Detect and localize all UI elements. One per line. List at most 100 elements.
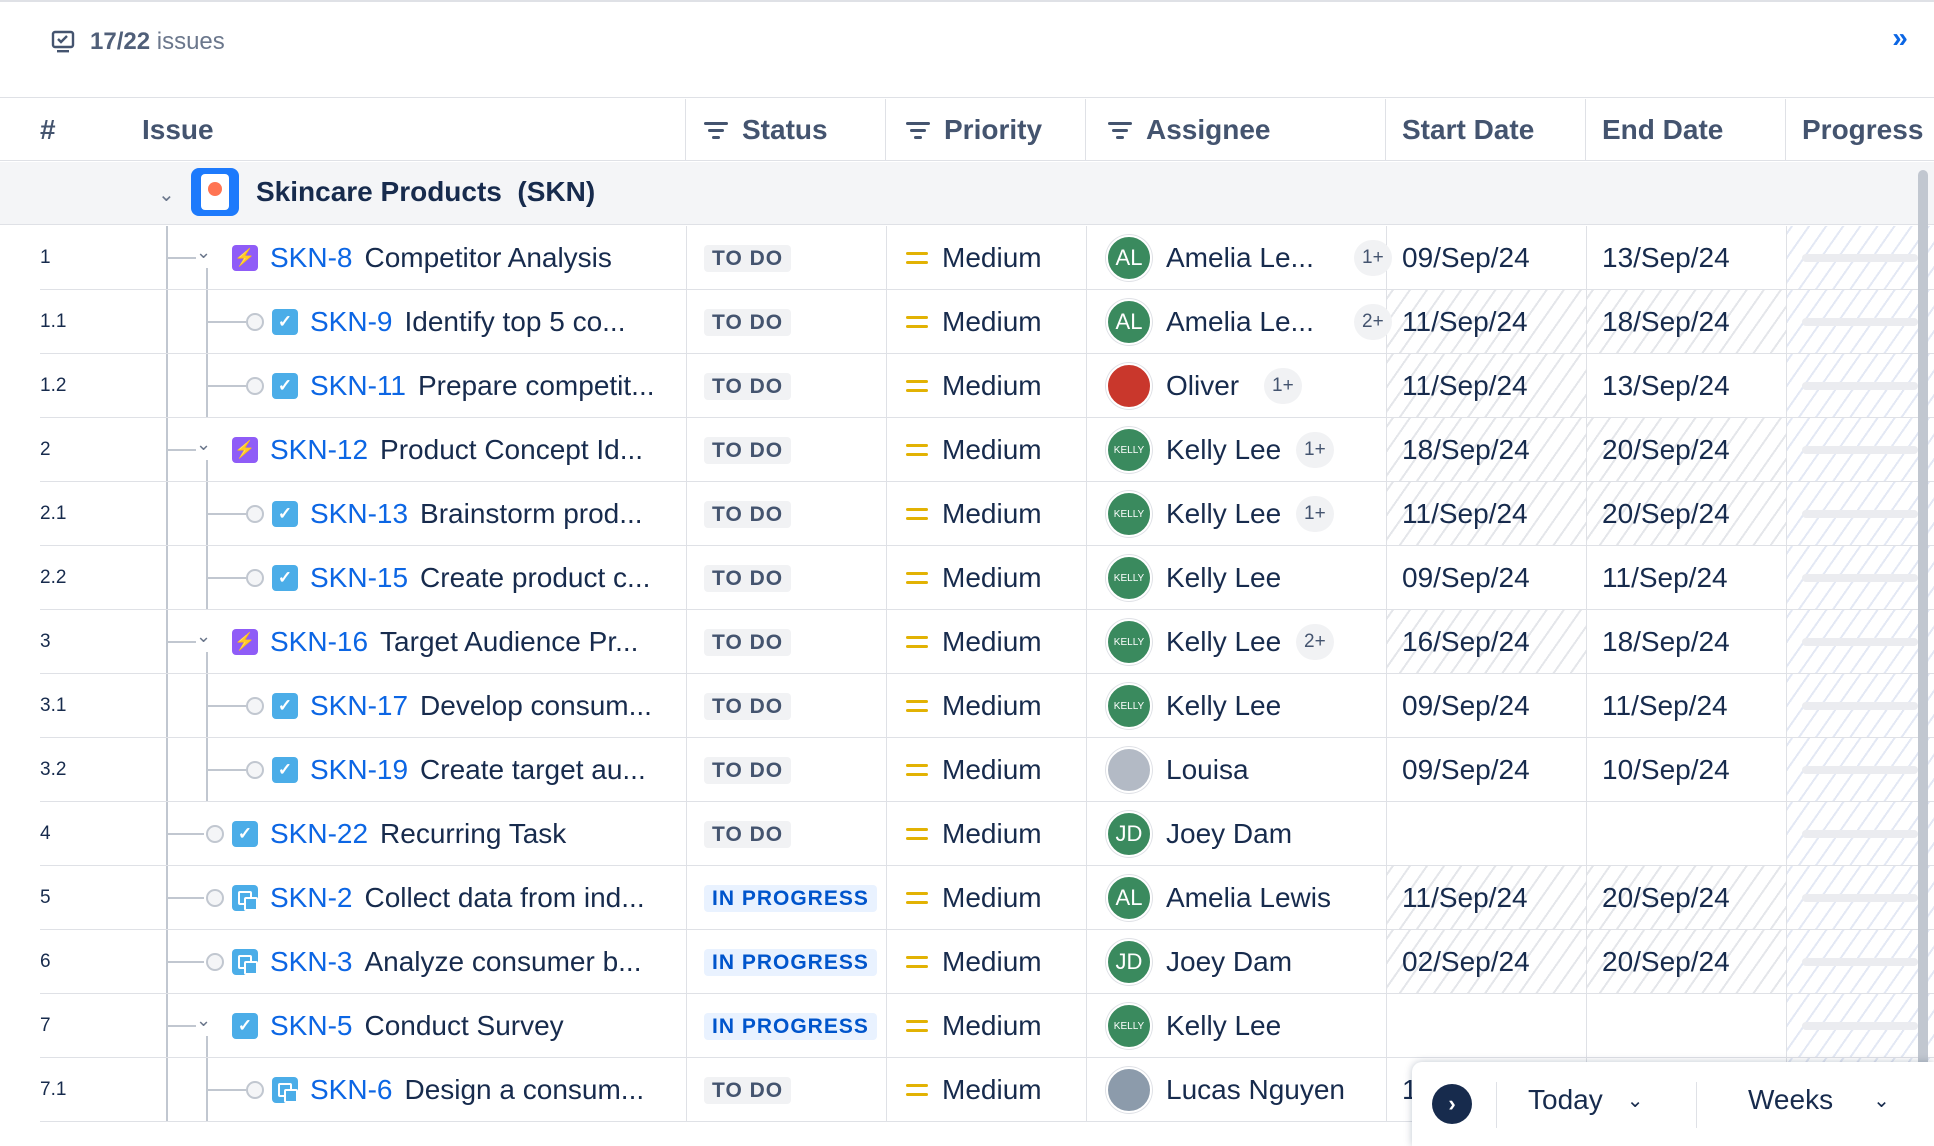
today-button[interactable]: Today ⌄ bbox=[1528, 1084, 1643, 1116]
issue-key-link[interactable]: SKN-11 bbox=[310, 370, 406, 402]
avatar[interactable]: AL bbox=[1106, 235, 1152, 281]
issue-key-link[interactable]: SKN-2 bbox=[270, 882, 352, 914]
status-badge[interactable]: TO DO bbox=[704, 245, 792, 272]
assignee-name[interactable]: Kelly Lee bbox=[1166, 1010, 1281, 1042]
issue-key-link[interactable]: SKN-15 bbox=[310, 562, 408, 594]
issue-summary[interactable]: Design a consum... bbox=[404, 1074, 644, 1106]
issue-cell[interactable]: SKN-5 Conduct Survey bbox=[270, 994, 564, 1058]
issue-key-link[interactable]: SKN-13 bbox=[310, 498, 408, 530]
issue-key-link[interactable]: SKN-16 bbox=[270, 626, 368, 658]
status-badge[interactable]: IN PROGRESS bbox=[704, 1013, 877, 1040]
assignee-name[interactable]: Kelly Lee bbox=[1166, 626, 1281, 658]
priority-label[interactable]: Medium bbox=[942, 242, 1042, 274]
status-badge[interactable]: TO DO bbox=[704, 821, 792, 848]
assignee-name[interactable]: Oliver bbox=[1166, 370, 1239, 402]
start-date[interactable]: 02/Sep/24 bbox=[1402, 946, 1530, 978]
issue-summary[interactable]: Develop consum... bbox=[420, 690, 652, 722]
assignee-name[interactable]: Louisa bbox=[1166, 754, 1249, 786]
additional-assignees-badge[interactable]: 2+ bbox=[1354, 304, 1392, 340]
column-start-date[interactable]: Start Date bbox=[1386, 99, 1586, 161]
table-row[interactable]: 1.1 ✓ SKN-9 Identify top 5 co... TO DO Medium… bbox=[0, 290, 1934, 354]
issue-key-link[interactable]: SKN-22 bbox=[270, 818, 368, 850]
start-date[interactable]: 11/Sep/24 bbox=[1402, 498, 1528, 530]
issue-cell[interactable]: SKN-12 Product Concept Id... bbox=[270, 418, 643, 482]
issue-cell[interactable]: SKN-9 Identify top 5 co... bbox=[310, 290, 626, 354]
additional-assignees-badge[interactable]: 1+ bbox=[1296, 496, 1334, 532]
assignee-name[interactable]: Kelly Lee bbox=[1166, 434, 1281, 466]
start-date[interactable]: 09/Sep/24 bbox=[1402, 690, 1530, 722]
start-date[interactable]: 09/Sep/24 bbox=[1402, 562, 1530, 594]
table-row[interactable]: 1 ⌄ ⚡ SKN-8 Competitor Analysis TO DO Medium AL… bbox=[0, 226, 1934, 290]
assignee-name[interactable]: Joey Dam bbox=[1166, 818, 1292, 850]
start-date[interactable]: 09/Sep/24 bbox=[1402, 242, 1530, 274]
start-date[interactable]: 11/Sep/24 bbox=[1402, 370, 1528, 402]
table-row[interactable]: 2.1 ✓ SKN-13 Brainstorm prod... TO DO Medium K… bbox=[0, 482, 1934, 546]
avatar[interactable]: KELLY bbox=[1106, 1003, 1152, 1049]
end-date[interactable]: 18/Sep/24 bbox=[1602, 626, 1730, 658]
assignee-name[interactable]: Joey Dam bbox=[1166, 946, 1292, 978]
issue-cell[interactable]: SKN-6 Design a consum... bbox=[310, 1058, 644, 1122]
issue-summary[interactable]: Product Concept Id... bbox=[380, 434, 643, 466]
priority-label[interactable]: Medium bbox=[942, 1074, 1042, 1106]
column-assignee[interactable]: Assignee bbox=[1086, 99, 1386, 161]
column-priority[interactable]: Priority bbox=[886, 99, 1086, 161]
status-badge[interactable]: TO DO bbox=[704, 1077, 792, 1104]
assignee-name[interactable]: Kelly Lee bbox=[1166, 562, 1281, 594]
issue-summary[interactable]: Target Audience Pr... bbox=[380, 626, 638, 658]
issue-summary[interactable]: Prepare competit... bbox=[418, 370, 655, 402]
project-group-row[interactable]: ⌄ Skincare Products (SKN) bbox=[0, 162, 1934, 225]
avatar[interactable]: KELLY bbox=[1106, 683, 1152, 729]
start-date[interactable]: 18/Sep/24 bbox=[1402, 434, 1530, 466]
issue-summary[interactable]: Identify top 5 co... bbox=[404, 306, 625, 338]
priority-label[interactable]: Medium bbox=[942, 882, 1042, 914]
status-badge[interactable]: TO DO bbox=[704, 501, 792, 528]
issue-key-link[interactable]: SKN-17 bbox=[310, 690, 408, 722]
avatar[interactable]: JD bbox=[1106, 811, 1152, 857]
issue-cell[interactable]: SKN-11 Prepare competit... bbox=[310, 354, 655, 418]
issue-summary[interactable]: Analyze consumer b... bbox=[364, 946, 641, 978]
end-date[interactable]: 18/Sep/24 bbox=[1602, 306, 1730, 338]
column-status[interactable]: Status bbox=[686, 99, 886, 161]
issue-summary[interactable]: Competitor Analysis bbox=[364, 242, 611, 274]
avatar[interactable]: KELLY bbox=[1106, 427, 1152, 473]
end-date[interactable]: 11/Sep/24 bbox=[1602, 690, 1728, 722]
priority-label[interactable]: Medium bbox=[942, 434, 1042, 466]
collapse-chevron-icon[interactable]: ⌄ bbox=[158, 182, 175, 207]
avatar[interactable]: KELLY bbox=[1106, 555, 1152, 601]
avatar[interactable]: AL bbox=[1106, 875, 1152, 921]
issue-key-link[interactable]: SKN-5 bbox=[270, 1010, 352, 1042]
priority-label[interactable]: Medium bbox=[942, 754, 1042, 786]
assignee-name[interactable]: Lucas Nguyen bbox=[1166, 1074, 1345, 1106]
priority-label[interactable]: Medium bbox=[942, 946, 1042, 978]
weeks-select[interactable]: Weeks ⌄ bbox=[1748, 1084, 1890, 1116]
expand-chevron-icon[interactable]: ⌄ bbox=[196, 1010, 211, 1031]
start-date[interactable]: 09/Sep/24 bbox=[1402, 754, 1530, 786]
expand-panel-button[interactable]: » bbox=[1884, 22, 1916, 54]
avatar[interactable]: KELLY bbox=[1106, 619, 1152, 665]
avatar[interactable]: AL bbox=[1106, 299, 1152, 345]
issue-cell[interactable]: SKN-17 Develop consum... bbox=[310, 674, 652, 738]
table-row[interactable]: 2 ⌄ ⚡ SKN-12 Product Concept Id... TO DO Mediu… bbox=[0, 418, 1934, 482]
assignee-name[interactable]: Amelia Le... bbox=[1166, 306, 1314, 338]
column-progress[interactable]: Progress bbox=[1786, 99, 1934, 161]
issue-key-link[interactable]: SKN-3 bbox=[270, 946, 352, 978]
end-date[interactable]: 13/Sep/24 bbox=[1602, 242, 1730, 274]
issue-cell[interactable]: SKN-2 Collect data from ind... bbox=[270, 866, 645, 930]
issue-cell[interactable]: SKN-15 Create product c... bbox=[310, 546, 650, 610]
avatar[interactable]: JD bbox=[1106, 939, 1152, 985]
status-badge[interactable]: TO DO bbox=[704, 565, 792, 592]
column-issue[interactable]: Issue bbox=[142, 99, 686, 161]
table-row[interactable]: 2.2 ✓ SKN-15 Create product c... TO DO Medium… bbox=[0, 546, 1934, 610]
status-badge[interactable]: TO DO bbox=[704, 693, 792, 720]
end-date[interactable]: 20/Sep/24 bbox=[1602, 498, 1730, 530]
filter-icon[interactable] bbox=[906, 121, 930, 139]
table-row[interactable]: 3.2 ✓ SKN-19 Create target au... TO DO Medium… bbox=[0, 738, 1934, 802]
table-row[interactable]: 6 SKN-3 Analyze consumer b... IN PROGRESS Me… bbox=[0, 930, 1934, 994]
status-badge[interactable]: IN PROGRESS bbox=[704, 949, 877, 976]
issue-summary[interactable]: Create product c... bbox=[420, 562, 650, 594]
end-date[interactable]: 20/Sep/24 bbox=[1602, 882, 1730, 914]
column-end-date[interactable]: End Date bbox=[1586, 99, 1786, 161]
priority-label[interactable]: Medium bbox=[942, 498, 1042, 530]
issue-key-link[interactable]: SKN-6 bbox=[310, 1074, 392, 1106]
end-date[interactable]: 20/Sep/24 bbox=[1602, 946, 1730, 978]
